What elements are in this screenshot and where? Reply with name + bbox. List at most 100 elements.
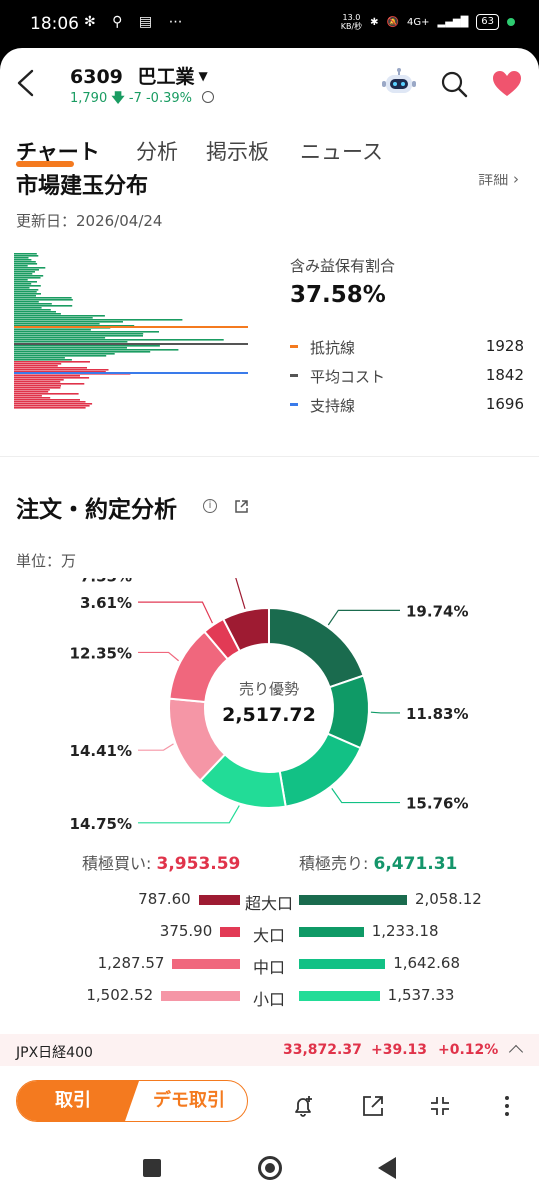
app-screen: 6309 巴工業 ▼ 1,790 🡇 -7 -0.39% チャート 分析 掲示板… <box>0 48 539 1136</box>
more-options-icon[interactable] <box>495 1094 519 1118</box>
back-triangle-icon[interactable] <box>378 1157 396 1179</box>
status-right-group: 13.0 KB/秒 ✱ 🔕 4G+ ▂▄▆█ 63 <box>341 13 515 31</box>
buy-total: 積極買い: 3,953.59 <box>82 850 240 874</box>
donut-slice-label: 3.61% <box>80 594 132 612</box>
trade-button[interactable]: 取引 <box>17 1081 139 1121</box>
donut-slice <box>268 606 365 689</box>
sell-total-value: 6,471.31 <box>373 854 458 874</box>
histogram-bar <box>14 303 52 305</box>
donut-leader-line <box>138 601 213 624</box>
buy-value: 1,287.57 <box>97 954 165 972</box>
donut-slice-label: 14.41% <box>70 742 132 760</box>
order-size-category: 大口 <box>252 926 285 945</box>
add-alert-bell-icon[interactable] <box>291 1094 315 1118</box>
histogram-bar <box>14 277 41 279</box>
index-value: 33,872.37 <box>283 1042 362 1058</box>
legend-support: 支持線 1696 <box>290 395 524 415</box>
histogram-bar <box>14 365 58 367</box>
histogram-bar <box>14 351 151 353</box>
histogram-bar <box>14 377 90 379</box>
signal-icon: ▂▄▆█ <box>437 16 469 28</box>
network-speed: 13.0 KB/秒 <box>341 13 362 31</box>
ai-assistant-robot-icon[interactable] <box>382 68 416 98</box>
status-time: 18:06 <box>30 14 79 34</box>
mute-icon: 🔕 <box>386 16 399 28</box>
histogram-bar <box>14 289 39 291</box>
search-icon[interactable] <box>440 70 468 98</box>
tab-board[interactable]: 掲示板 <box>206 136 269 166</box>
donut-slice-label: 19.74% <box>406 602 468 620</box>
support-label: 支持線 <box>310 397 356 415</box>
resistance-value: 1928 <box>485 337 524 355</box>
histogram-bar <box>14 265 28 267</box>
recent-apps-icon[interactable] <box>143 1159 161 1177</box>
active-tab-indicator <box>16 161 74 167</box>
buy-value: 787.60 <box>138 890 191 908</box>
sell-value: 1,233.18 <box>371 922 439 940</box>
order-analysis-title: 注文・約定分析 <box>16 497 177 523</box>
network-type: 4G+ <box>407 16 430 28</box>
trade-button-group: 取引 デモ取引 <box>16 1080 248 1122</box>
histogram-bar <box>14 395 42 397</box>
donut-leader-line <box>138 743 174 751</box>
support-marker <box>290 403 298 406</box>
info-icon[interactable]: i <box>203 499 217 513</box>
donut-slice <box>278 732 362 808</box>
favorite-heart-icon[interactable] <box>492 70 522 98</box>
legend-resistance: 抵抗線 1928 <box>290 337 524 357</box>
histogram-bar <box>14 407 86 409</box>
histogram-bar <box>14 259 32 261</box>
bluetooth-icon: ✱ <box>370 16 379 28</box>
histogram-bar <box>14 393 79 395</box>
tab-analysis[interactable]: 分析 <box>136 136 178 166</box>
histogram-bar <box>14 349 179 351</box>
demo-trade-button[interactable]: デモ取引 <box>129 1081 247 1121</box>
histogram-bar <box>14 385 61 387</box>
histogram-bar <box>14 291 37 293</box>
buy-bar <box>198 895 240 905</box>
histogram-bar <box>14 267 46 269</box>
index-change: +39.13 <box>371 1042 428 1058</box>
histogram-bar <box>14 315 105 317</box>
histogram-bar <box>14 255 39 257</box>
home-icon[interactable] <box>258 1156 282 1180</box>
back-arrow-icon[interactable] <box>14 68 38 98</box>
histogram-bar <box>14 311 56 313</box>
histogram-bar <box>14 263 38 265</box>
chevron-down-icon: ▼ <box>198 69 208 83</box>
histogram-bar <box>14 253 37 255</box>
histogram-bar <box>14 375 80 377</box>
order-size-category: 小口 <box>252 990 285 1009</box>
histogram-bar <box>14 309 51 311</box>
index-ticker[interactable]: JPX日経400 33,872.37 +39.13 +0.12% <box>0 1034 539 1066</box>
clock-icon <box>202 91 215 103</box>
histogram-bar <box>14 313 61 315</box>
buy-bar <box>220 927 240 937</box>
histogram-bar <box>14 331 159 333</box>
stock-quote: 1,790 🡇 -7 -0.39% <box>70 89 215 111</box>
status-notification-icons: ✻ ⚲ ▤ ⋯ <box>84 14 189 30</box>
share-icon[interactable] <box>234 499 249 514</box>
histogram-bar <box>14 405 90 407</box>
chevron-up-icon[interactable] <box>508 1044 524 1060</box>
share-out-icon[interactable] <box>361 1094 385 1118</box>
histogram-bar <box>14 339 224 341</box>
histogram-bar <box>14 319 183 321</box>
sell-bar <box>299 959 386 969</box>
histogram-bar <box>14 301 39 303</box>
average-cost-value: 1842 <box>485 366 524 384</box>
down-arrow-icon: 🡇 <box>111 91 125 106</box>
histogram-bar <box>14 355 107 357</box>
average-cost-label: 平均コスト <box>310 368 386 386</box>
bottom-toolbar: 取引 デモ取引 <box>0 1066 539 1136</box>
histogram-bar <box>14 397 51 399</box>
histogram-bar <box>14 399 80 401</box>
resistance-label: 抵抗線 <box>310 339 356 357</box>
donut-slice-label: 15.76% <box>406 795 468 813</box>
tab-news[interactable]: ニュース <box>300 136 383 166</box>
collapse-icon[interactable] <box>428 1094 452 1118</box>
order-breakdown-row: 1,502.52 小口 1,537.33 <box>0 986 539 1009</box>
histogram-bar <box>14 401 86 403</box>
donut-slice-label: 7.55% <box>80 578 132 585</box>
stock-title[interactable]: 6309 巴工業 ▼ <box>70 62 208 89</box>
